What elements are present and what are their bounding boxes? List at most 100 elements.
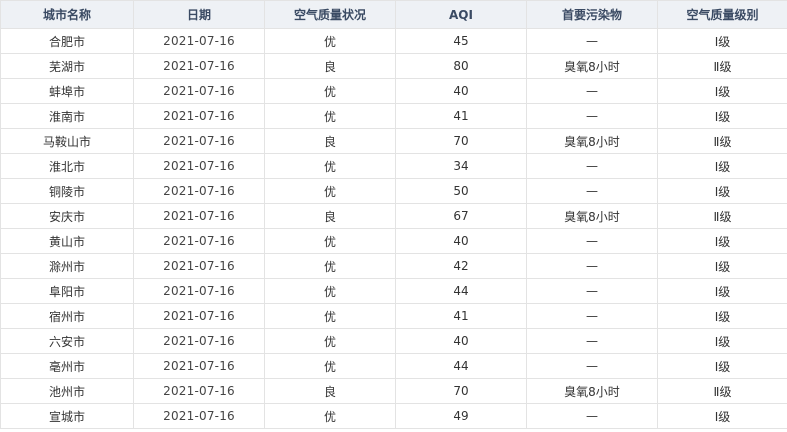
cell-status: 良 [264, 378, 396, 404]
cell-aqi: 40 [395, 78, 527, 104]
cell-status: 优 [264, 278, 396, 304]
cell-date: 2021-07-16 [133, 128, 265, 154]
cell-status: 优 [264, 303, 396, 329]
cell-primary-pollutant: — [526, 228, 658, 254]
table-row: 安庆市 2021-07-16 良 67 臭氧8小时 Ⅱ级 [0, 203, 787, 229]
header-date: 日期 [133, 0, 265, 29]
cell-status: 良 [264, 128, 396, 154]
cell-date: 2021-07-16 [133, 53, 265, 79]
cell-status: 优 [264, 153, 396, 179]
cell-primary-pollutant: — [526, 253, 658, 279]
cell-date: 2021-07-16 [133, 403, 265, 429]
cell-level: Ⅰ级 [657, 253, 787, 279]
cell-city: 六安市 [0, 328, 134, 354]
cell-city: 合肥市 [0, 28, 134, 54]
table-row: 马鞍山市 2021-07-16 良 70 臭氧8小时 Ⅱ级 [0, 128, 787, 154]
cell-primary-pollutant: 臭氧8小时 [526, 203, 658, 229]
cell-primary-pollutant: 臭氧8小时 [526, 128, 658, 154]
table-row: 宿州市 2021-07-16 优 41 — Ⅰ级 [0, 303, 787, 329]
cell-aqi: 50 [395, 178, 527, 204]
cell-primary-pollutant: — [526, 353, 658, 379]
header-row: 城市名称 日期 空气质量状况 AQI 首要污染物 空气质量级别 [0, 0, 787, 29]
table-body: 合肥市 2021-07-16 优 45 — Ⅰ级 芜湖市 2021-07-16 … [0, 28, 787, 429]
table-row: 池州市 2021-07-16 良 70 臭氧8小时 Ⅱ级 [0, 378, 787, 404]
cell-aqi: 42 [395, 253, 527, 279]
table-row: 蚌埠市 2021-07-16 优 40 — Ⅰ级 [0, 78, 787, 104]
cell-status: 良 [264, 203, 396, 229]
cell-aqi: 34 [395, 153, 527, 179]
cell-aqi: 80 [395, 53, 527, 79]
air-quality-table: 城市名称 日期 空气质量状况 AQI 首要污染物 空气质量级别 合肥市 2021… [0, 0, 787, 429]
cell-date: 2021-07-16 [133, 278, 265, 304]
cell-aqi: 44 [395, 278, 527, 304]
cell-primary-pollutant: — [526, 28, 658, 54]
cell-level: Ⅰ级 [657, 353, 787, 379]
cell-aqi: 41 [395, 103, 527, 129]
cell-date: 2021-07-16 [133, 228, 265, 254]
table-row: 芜湖市 2021-07-16 良 80 臭氧8小时 Ⅱ级 [0, 53, 787, 79]
cell-level: Ⅰ级 [657, 103, 787, 129]
cell-status: 优 [264, 253, 396, 279]
cell-status: 优 [264, 78, 396, 104]
table-row: 淮北市 2021-07-16 优 34 — Ⅰ级 [0, 153, 787, 179]
cell-date: 2021-07-16 [133, 103, 265, 129]
cell-primary-pollutant: — [526, 328, 658, 354]
table-row: 淮南市 2021-07-16 优 41 — Ⅰ级 [0, 103, 787, 129]
table-row: 阜阳市 2021-07-16 优 44 — Ⅰ级 [0, 278, 787, 304]
cell-city: 淮南市 [0, 103, 134, 129]
header-status: 空气质量状况 [264, 0, 396, 29]
cell-aqi: 70 [395, 128, 527, 154]
cell-level: Ⅱ级 [657, 128, 787, 154]
header-primary-pollutant: 首要污染物 [526, 0, 658, 29]
cell-level: Ⅰ级 [657, 28, 787, 54]
cell-aqi: 40 [395, 328, 527, 354]
cell-primary-pollutant: — [526, 303, 658, 329]
cell-date: 2021-07-16 [133, 203, 265, 229]
cell-city: 安庆市 [0, 203, 134, 229]
cell-aqi: 40 [395, 228, 527, 254]
cell-aqi: 49 [395, 403, 527, 429]
header-level: 空气质量级别 [657, 0, 787, 29]
table-row: 滁州市 2021-07-16 优 42 — Ⅰ级 [0, 253, 787, 279]
cell-level: Ⅰ级 [657, 403, 787, 429]
cell-level: Ⅱ级 [657, 203, 787, 229]
cell-date: 2021-07-16 [133, 153, 265, 179]
table-row: 合肥市 2021-07-16 优 45 — Ⅰ级 [0, 28, 787, 54]
cell-date: 2021-07-16 [133, 28, 265, 54]
cell-status: 优 [264, 403, 396, 429]
cell-status: 优 [264, 28, 396, 54]
cell-level: Ⅰ级 [657, 178, 787, 204]
cell-city: 滁州市 [0, 253, 134, 279]
table-row: 黄山市 2021-07-16 优 40 — Ⅰ级 [0, 228, 787, 254]
header-aqi: AQI [395, 0, 527, 29]
cell-level: Ⅰ级 [657, 328, 787, 354]
table-row: 宣城市 2021-07-16 优 49 — Ⅰ级 [0, 403, 787, 429]
cell-date: 2021-07-16 [133, 253, 265, 279]
cell-city: 宣城市 [0, 403, 134, 429]
table-row: 铜陵市 2021-07-16 优 50 — Ⅰ级 [0, 178, 787, 204]
cell-date: 2021-07-16 [133, 303, 265, 329]
cell-aqi: 67 [395, 203, 527, 229]
cell-status: 优 [264, 103, 396, 129]
cell-primary-pollutant: — [526, 103, 658, 129]
header-city: 城市名称 [0, 0, 134, 29]
cell-primary-pollutant: 臭氧8小时 [526, 53, 658, 79]
table-row: 六安市 2021-07-16 优 40 — Ⅰ级 [0, 328, 787, 354]
cell-city: 黄山市 [0, 228, 134, 254]
cell-status: 良 [264, 53, 396, 79]
cell-date: 2021-07-16 [133, 353, 265, 379]
cell-city: 铜陵市 [0, 178, 134, 204]
cell-status: 优 [264, 328, 396, 354]
cell-level: Ⅱ级 [657, 53, 787, 79]
cell-primary-pollutant: — [526, 278, 658, 304]
cell-level: Ⅱ级 [657, 378, 787, 404]
cell-city: 亳州市 [0, 353, 134, 379]
cell-city: 芜湖市 [0, 53, 134, 79]
cell-primary-pollutant: 臭氧8小时 [526, 378, 658, 404]
cell-aqi: 41 [395, 303, 527, 329]
table-row: 亳州市 2021-07-16 优 44 — Ⅰ级 [0, 353, 787, 379]
cell-status: 优 [264, 228, 396, 254]
cell-primary-pollutant: — [526, 178, 658, 204]
cell-level: Ⅰ级 [657, 78, 787, 104]
cell-aqi: 44 [395, 353, 527, 379]
